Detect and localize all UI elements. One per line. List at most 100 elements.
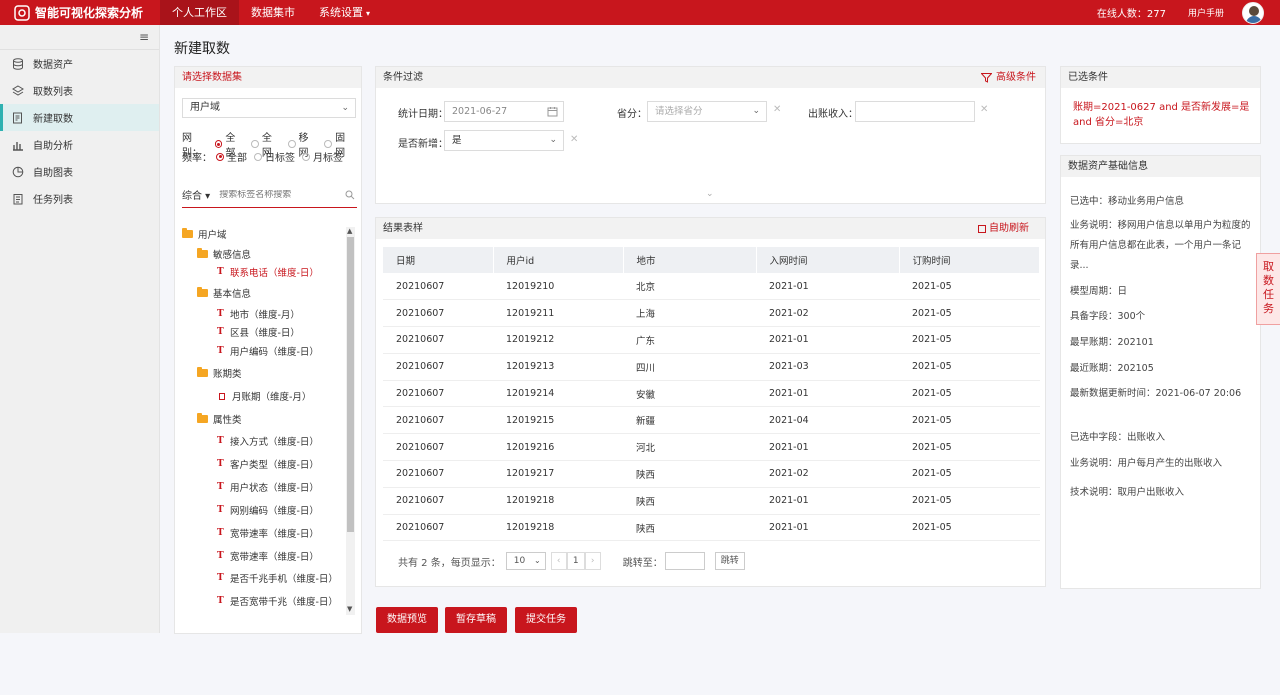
table-row[interactable]: 20210607 12019218 陕西 2021-01 2021-05	[383, 514, 1040, 542]
chevron-down-icon: ⌄	[534, 556, 541, 565]
tree-leaf-bandwidth[interactable]: T 宽带速率（维度-日）	[217, 526, 319, 540]
user-manual-link[interactable]: 用户手册	[1188, 6, 1224, 19]
tree-scrollbar-thumb[interactable]	[347, 237, 354, 532]
tree-node-basic[interactable]: 基本信息	[197, 286, 251, 300]
page-number[interactable]: 1	[566, 552, 585, 570]
filter-panel-title: 条件过滤	[383, 72, 423, 83]
tree-leaf-net-code[interactable]: T 网别编码（维度-日）	[217, 503, 319, 517]
date-input[interactable]: 2021-06-27	[444, 101, 564, 122]
sidebar-item-fetch-list[interactable]: 取数列表	[0, 77, 159, 104]
scroll-up-icon[interactable]: ▲	[347, 227, 352, 235]
checkbox-icon	[978, 224, 986, 233]
expand-chevron-icon[interactable]: ⌄	[706, 189, 714, 199]
column-header-city[interactable]: 地市	[623, 247, 757, 273]
prev-page-icon[interactable]: ‹	[550, 552, 567, 570]
clear-is-new-icon[interactable]: ✕	[570, 134, 578, 145]
table-cell: 2021-01	[756, 273, 899, 301]
column-header-date[interactable]: 日期	[383, 247, 494, 273]
clear-income-icon[interactable]: ✕	[980, 104, 988, 115]
table-cell: 12019218	[493, 487, 623, 515]
table-row[interactable]: 20210607 12019215 新疆 2021-04 2021-05	[383, 406, 1040, 435]
table-cell: 安徽	[623, 380, 756, 408]
scroll-down-icon[interactable]: ▼	[347, 605, 352, 613]
tree-leaf-user-code[interactable]: T 用户编码（维度-日）	[217, 344, 319, 358]
freq-radio-daily[interactable]: 日标签	[254, 149, 295, 164]
nav-system-settings[interactable]: 系统设置 ▾	[307, 0, 382, 25]
table-cell: 2021-01	[756, 433, 899, 462]
column-header-join-time[interactable]: 入网时间	[756, 247, 900, 273]
freq-radio-all[interactable]: 全部	[216, 149, 247, 164]
column-header-order-time[interactable]: 订购时间	[899, 247, 1040, 273]
sidebar-item-self-chart[interactable]: 自助图表	[0, 158, 159, 185]
table-cell: 12019213	[493, 353, 623, 381]
tree-node-sensitive[interactable]: 敏感信息	[197, 247, 251, 261]
table-row[interactable]: 20210607 12019211 上海 2021-02 2021-05	[383, 299, 1040, 328]
advanced-filter-button[interactable]: 高级条件	[981, 67, 1036, 88]
tree-leaf-month[interactable]: 月账期（维度-月）	[217, 389, 311, 403]
submit-task-button[interactable]: 提交任务	[515, 607, 577, 633]
sidebar-item-data-assets[interactable]: 数据资产	[0, 50, 159, 77]
table-cell: 20210607	[383, 299, 493, 328]
freq-radio-monthly[interactable]: 月标签	[302, 149, 343, 164]
table-row[interactable]: 20210607 12019213 四川 2021-03 2021-05	[383, 353, 1040, 381]
sidebar-item-label: 自助图表	[33, 168, 73, 179]
next-page-icon[interactable]: ›	[584, 552, 601, 570]
logo-icon	[14, 4, 30, 21]
nav-personal-workspace[interactable]: 个人工作区	[160, 0, 239, 25]
tree-leaf-city[interactable]: T 地市（维度-月）	[217, 307, 300, 321]
nav-data-market[interactable]: 数据集市	[239, 0, 307, 25]
fetch-task-tab[interactable]: 取数任务	[1256, 253, 1280, 325]
data-preview-button[interactable]: 数据预览	[376, 607, 438, 633]
income-input[interactable]	[855, 101, 975, 122]
sidebar-item-label: 新建取数	[33, 114, 73, 125]
clear-province-icon[interactable]: ✕	[773, 104, 781, 115]
tree-leaf-gigabit-phone[interactable]: T 是否千兆手机（维度-日）	[217, 571, 338, 585]
table-cell: 上海	[623, 299, 756, 328]
tree-leaf-access[interactable]: T 接入方式（维度-日）	[217, 434, 319, 448]
app-logo[interactable]: 智能可视化探索分析	[0, 0, 160, 25]
is-new-label: 是否新增：	[398, 139, 448, 150]
table-row[interactable]: 20210607 12019216 河北 2021-01 2021-05	[383, 433, 1040, 462]
jump-button[interactable]: 跳转	[714, 552, 745, 570]
tree-leaf-user-status[interactable]: T 用户状态（维度-日）	[217, 480, 319, 494]
table-row[interactable]: 20210607 12019218 陕西 2021-01 2021-05	[383, 487, 1040, 515]
search-icon[interactable]	[345, 190, 355, 200]
domain-select-value: 用户域	[190, 102, 220, 113]
table-row[interactable]: 20210607 12019217 陕西 2021-02 2021-05	[383, 460, 1040, 488]
avatar[interactable]	[1242, 1, 1264, 24]
jump-page-input[interactable]	[664, 552, 705, 570]
is-new-select[interactable]: 是 ⌄	[444, 130, 564, 151]
asset-updated: 最新数据更新时间：2021-06-07 20:06	[1070, 388, 1242, 399]
tree-node-attribute[interactable]: 属性类	[197, 412, 242, 426]
column-header-user-id[interactable]: 用户id	[493, 247, 624, 273]
tree-leaf-bandwidth-2[interactable]: T 宽带速率（维度-日）	[217, 549, 319, 563]
page-size-select[interactable]: 10 ⌄	[505, 552, 546, 570]
calendar-icon	[547, 107, 558, 117]
tree-leaf-gigabit-broadband[interactable]: T 是否宽带千兆（维度-日）	[217, 594, 338, 608]
tag-search-input[interactable]	[219, 189, 340, 200]
tree-node-root[interactable]: 用户域	[182, 227, 227, 241]
sidebar-item-label: 任务列表	[33, 195, 73, 206]
table-row[interactable]: 20210607 12019212 广东 2021-01 2021-05	[383, 326, 1040, 354]
table-cell: 2021-05	[899, 514, 1040, 542]
tree-leaf-district[interactable]: T 区县（维度-日）	[217, 325, 300, 339]
save-draft-button[interactable]: 暂存草稿	[445, 607, 507, 633]
tree-leaf-customer-type[interactable]: T 客户类型（维度-日）	[217, 457, 319, 471]
table-cell: 20210607	[383, 326, 493, 354]
menu-toggle-icon[interactable]: ≡	[0, 25, 159, 50]
province-select[interactable]: 请选择省分 ⌄	[647, 101, 767, 122]
sidebar-item-task-list[interactable]: 任务列表	[0, 185, 159, 212]
table-cell: 2021-01	[756, 514, 899, 542]
sort-combo[interactable]: 综合 ▾	[182, 187, 210, 202]
sidebar-item-new-fetch[interactable]: 新建取数	[0, 104, 159, 131]
is-new-value: 是	[452, 135, 462, 146]
table-row[interactable]: 20210607 12019210 北京 2021-01 2021-05	[383, 273, 1040, 301]
tree-node-period[interactable]: 账期类	[197, 366, 242, 380]
tree-leaf-phone[interactable]: T 联系电话（维度-日）	[217, 265, 319, 279]
text-field-icon: T	[217, 267, 224, 277]
sidebar-item-self-analysis[interactable]: 自助分析	[0, 131, 159, 158]
asset-description: 业务说明：移网用户信息以单用户为粒度的所有用户信息都在此表，一个用户一条记录..…	[1070, 220, 1251, 271]
auto-refresh-checkbox[interactable]: 自助刷新	[978, 218, 1029, 239]
domain-select[interactable]: 用户域 ⌄	[182, 98, 356, 118]
table-row[interactable]: 20210607 12019214 安徽 2021-01 2021-05	[383, 380, 1040, 408]
